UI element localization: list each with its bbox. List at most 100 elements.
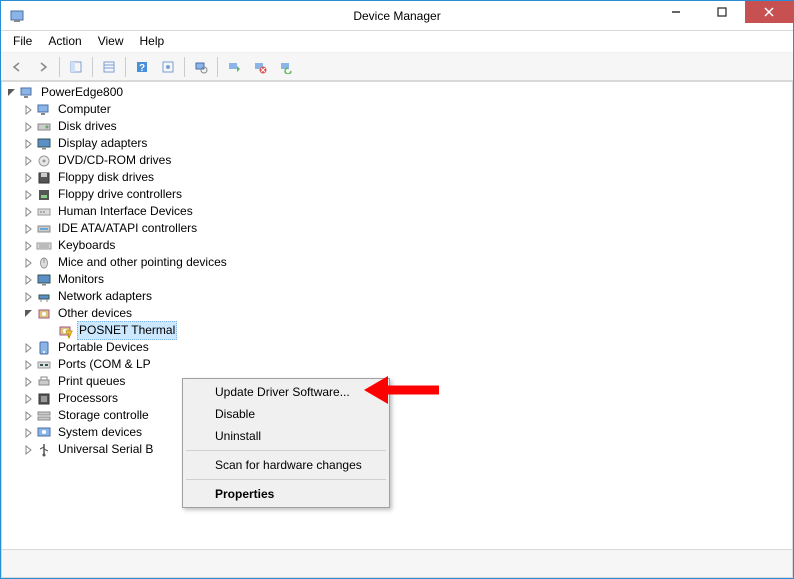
toolbar-separator bbox=[92, 57, 93, 77]
context-menu-item[interactable]: Update Driver Software... bbox=[185, 381, 387, 403]
expand-icon[interactable] bbox=[23, 121, 35, 133]
scan-button[interactable] bbox=[189, 55, 213, 79]
tree-category[interactable]: Computer bbox=[6, 101, 788, 118]
window-title: Device Manager bbox=[353, 9, 440, 23]
tree-category-label: Universal Serial B bbox=[56, 441, 155, 458]
tree-category[interactable]: DVD/CD-ROM drives bbox=[6, 152, 788, 169]
context-menu-separator bbox=[186, 450, 386, 451]
tree-category[interactable]: Floppy drive controllers bbox=[6, 186, 788, 203]
maximize-button[interactable] bbox=[699, 1, 745, 23]
expand-icon[interactable] bbox=[23, 427, 35, 439]
update-driver-button[interactable] bbox=[222, 55, 246, 79]
tree-device[interactable]: !POSNET Thermal bbox=[6, 322, 788, 339]
expand-icon[interactable] bbox=[23, 342, 35, 354]
expand-icon[interactable] bbox=[23, 274, 35, 286]
properties-button[interactable] bbox=[97, 55, 121, 79]
tree-category[interactable]: System devices bbox=[6, 424, 788, 441]
mouse-icon bbox=[36, 255, 52, 271]
network-icon bbox=[36, 289, 52, 305]
context-menu-item[interactable]: Properties bbox=[185, 483, 387, 505]
content-area: PowerEdge800ComputerDisk drivesDisplay a… bbox=[1, 81, 793, 578]
tree-root[interactable]: PowerEdge800 bbox=[6, 84, 788, 101]
menu-action[interactable]: Action bbox=[40, 31, 89, 52]
tree-category-label: Mice and other pointing devices bbox=[56, 254, 229, 271]
forward-button[interactable] bbox=[31, 55, 55, 79]
warn-icon: ! bbox=[57, 323, 73, 339]
tree-category-label: Network adapters bbox=[56, 288, 154, 305]
minimize-button[interactable] bbox=[653, 1, 699, 23]
expand-icon[interactable] bbox=[23, 206, 35, 218]
tree-category[interactable]: Network adapters bbox=[6, 288, 788, 305]
expand-icon[interactable] bbox=[23, 257, 35, 269]
expand-icon[interactable] bbox=[23, 104, 35, 116]
context-menu-separator bbox=[186, 479, 386, 480]
tree-device-label: POSNET Thermal bbox=[77, 321, 177, 340]
tree-category-label: Floppy drive controllers bbox=[56, 186, 184, 203]
device-tree[interactable]: PowerEdge800ComputerDisk drivesDisplay a… bbox=[2, 82, 792, 549]
expand-icon[interactable] bbox=[23, 223, 35, 235]
annotation-arrow bbox=[364, 370, 444, 410]
context-menu-item[interactable]: Scan for hardware changes bbox=[185, 454, 387, 476]
tree-root-label: PowerEdge800 bbox=[39, 84, 125, 101]
usb-icon bbox=[36, 442, 52, 458]
window-controls bbox=[653, 1, 793, 30]
monitor-icon bbox=[36, 272, 52, 288]
context-menu: Update Driver Software...DisableUninstal… bbox=[182, 378, 390, 508]
tree-category[interactable]: Mice and other pointing devices bbox=[6, 254, 788, 271]
menu-file[interactable]: File bbox=[5, 31, 40, 52]
expand-icon[interactable] bbox=[23, 172, 35, 184]
floppyctl-icon bbox=[36, 187, 52, 203]
titlebar: Device Manager bbox=[1, 1, 793, 31]
help-button[interactable]: ? bbox=[130, 55, 154, 79]
back-button[interactable] bbox=[5, 55, 29, 79]
uninstall-button[interactable] bbox=[248, 55, 272, 79]
disk-icon bbox=[36, 119, 52, 135]
system-icon bbox=[36, 425, 52, 441]
tree-category[interactable]: Human Interface Devices bbox=[6, 203, 788, 220]
expand-icon[interactable] bbox=[23, 155, 35, 167]
expand-icon[interactable] bbox=[23, 359, 35, 371]
tree-category-label: System devices bbox=[56, 424, 144, 441]
expand-icon[interactable] bbox=[23, 410, 35, 422]
status-bar bbox=[2, 549, 792, 577]
cdrom-icon bbox=[36, 153, 52, 169]
tree-category[interactable]: Other devices bbox=[6, 305, 788, 322]
printer-icon bbox=[36, 374, 52, 390]
action-button[interactable] bbox=[156, 55, 180, 79]
collapse-icon[interactable] bbox=[6, 87, 18, 99]
toolbar: ? bbox=[1, 53, 793, 81]
toolbar-separator bbox=[217, 57, 218, 77]
close-button[interactable] bbox=[745, 1, 793, 23]
tree-category[interactable]: Disk drives bbox=[6, 118, 788, 135]
expand-icon[interactable] bbox=[23, 189, 35, 201]
expand-icon[interactable] bbox=[23, 444, 35, 456]
portable-icon bbox=[36, 340, 52, 356]
expand-icon[interactable] bbox=[23, 138, 35, 150]
enable-button[interactable] bbox=[274, 55, 298, 79]
tree-category-label: Processors bbox=[56, 390, 120, 407]
show-hide-button[interactable] bbox=[64, 55, 88, 79]
tree-category-label: Floppy disk drives bbox=[56, 169, 156, 186]
tree-category-label: Ports (COM & LP bbox=[56, 356, 153, 373]
tree-category[interactable]: Universal Serial B bbox=[6, 441, 788, 458]
tree-category[interactable]: Display adapters bbox=[6, 135, 788, 152]
tree-category[interactable]: IDE ATA/ATAPI controllers bbox=[6, 220, 788, 237]
tree-category[interactable]: Monitors bbox=[6, 271, 788, 288]
expand-icon[interactable] bbox=[23, 240, 35, 252]
collapse-icon[interactable] bbox=[23, 308, 35, 320]
tree-category-label: Monitors bbox=[56, 271, 106, 288]
menu-view[interactable]: View bbox=[90, 31, 132, 52]
menu-help[interactable]: Help bbox=[132, 31, 173, 52]
expand-icon[interactable] bbox=[23, 376, 35, 388]
context-menu-item[interactable]: Disable bbox=[185, 403, 387, 425]
toolbar-separator bbox=[125, 57, 126, 77]
tree-category[interactable]: Portable Devices bbox=[6, 339, 788, 356]
tree-category[interactable]: Floppy disk drives bbox=[6, 169, 788, 186]
context-menu-item[interactable]: Uninstall bbox=[185, 425, 387, 447]
expand-icon[interactable] bbox=[23, 291, 35, 303]
toolbar-separator bbox=[184, 57, 185, 77]
tree-category[interactable]: Keyboards bbox=[6, 237, 788, 254]
app-icon bbox=[9, 8, 25, 24]
expand-icon[interactable] bbox=[23, 393, 35, 405]
display-icon bbox=[36, 136, 52, 152]
